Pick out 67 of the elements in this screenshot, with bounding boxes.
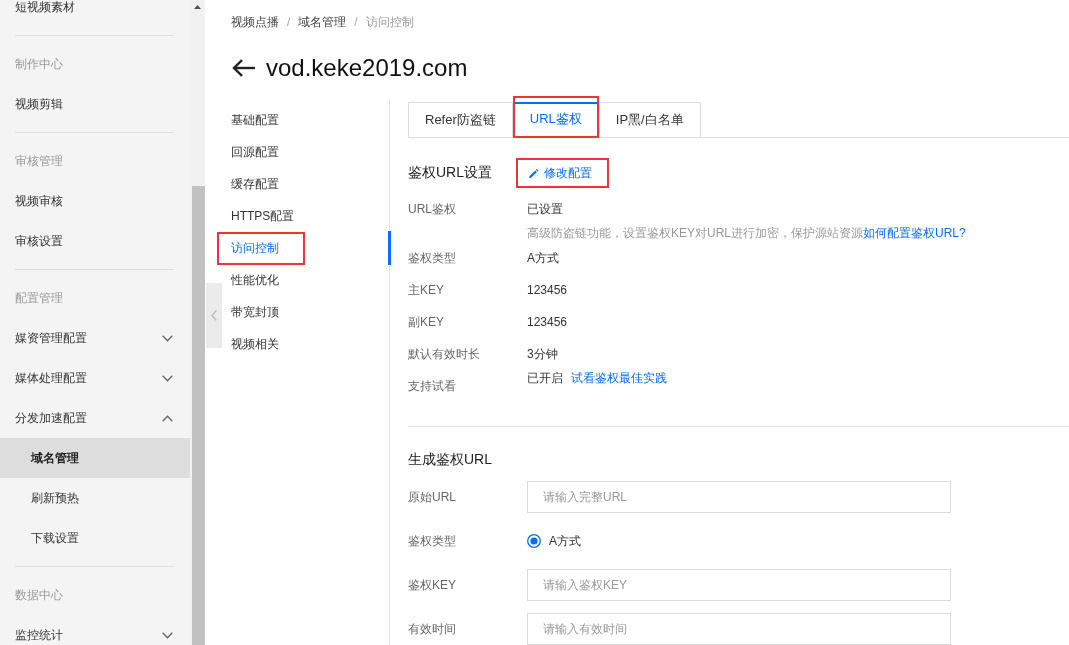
section-title: 生成鉴权URL — [408, 451, 492, 469]
scrollbar[interactable] — [190, 0, 205, 645]
input-field[interactable]: 请输入完整URL — [527, 481, 951, 513]
pencil-icon — [528, 167, 539, 179]
scrollbar-thumb[interactable] — [192, 186, 205, 645]
collapse-handle[interactable] — [206, 283, 222, 348]
setting-value: 3分钟 — [527, 345, 558, 363]
section-title: 鉴权URL设置 — [408, 164, 492, 182]
sidebar-item[interactable]: 短视频素材 — [0, 0, 190, 27]
breadcrumb-separator: / — [287, 14, 291, 30]
setting-value: 123456 — [527, 315, 568, 329]
sidebar-subitem[interactable]: 刷新预热 — [0, 478, 190, 518]
sidebar-item[interactable]: 媒体处理配置 — [0, 358, 190, 398]
input-field[interactable]: 请输入有效时间 — [527, 613, 951, 645]
submenu-item[interactable]: 访问控制 — [217, 231, 305, 265]
setting-label: 主KEY — [408, 281, 444, 299]
setting-label: 副KEY — [408, 313, 444, 331]
help-link[interactable]: 试看鉴权最佳实践 — [571, 370, 667, 386]
tab[interactable]: URL鉴权 — [512, 96, 599, 138]
sidebar-group-title: 配置管理 — [15, 289, 63, 307]
submenu-item[interactable]: 回源配置 — [231, 140, 279, 164]
sidebar-group-title: 数据中心 — [15, 586, 63, 604]
setting-value: 已设置 — [527, 200, 563, 218]
radio-option[interactable]: A方式 — [527, 532, 581, 550]
chevron-left-icon — [211, 310, 217, 321]
help-link[interactable]: 如何配置鉴权URL? — [863, 226, 966, 240]
setting-value: 123456 — [527, 283, 568, 297]
setting-label: URL鉴权 — [408, 200, 456, 218]
submenu-item[interactable]: 缓存配置 — [231, 172, 279, 196]
breadcrumb-link[interactable]: 域名管理 — [298, 14, 347, 30]
tab[interactable]: Refer防盗链 — [408, 102, 513, 138]
breadcrumb-separator: / — [354, 14, 358, 30]
setting-value: A方式 — [527, 249, 559, 267]
submenu-item[interactable]: 性能优化 — [231, 268, 279, 292]
sidebar-item[interactable]: 视频审核 — [0, 181, 190, 221]
field-label: 原始URL — [408, 488, 456, 506]
setting-label: 默认有效时长 — [408, 345, 480, 363]
sidebar-group-title: 制作中心 — [15, 55, 63, 73]
submenu-item[interactable]: 带宽封顶 — [231, 300, 279, 324]
sidebar-group-title: 审核管理 — [15, 152, 63, 170]
breadcrumb-current: 访问控制 — [365, 14, 414, 30]
hint-text: 高级防盗链功能，设置鉴权KEY对URL进行加密，保护源站资源如何配置鉴权URL? — [527, 226, 966, 240]
breadcrumb-link[interactable]: 视频点播 — [231, 14, 279, 30]
arrow-up-icon[interactable] — [194, 5, 201, 9]
field-label: 有效时间 — [408, 620, 456, 638]
radio-icon[interactable] — [527, 534, 541, 548]
setting-label: 支持试看 — [408, 377, 456, 395]
sidebar-item[interactable]: 视频剪辑 — [0, 84, 190, 124]
sidebar-item[interactable]: 监控统计 — [0, 615, 190, 645]
submenu-item[interactable]: HTTPS配置 — [231, 204, 295, 228]
page-title: vod.keke2019.com — [266, 53, 468, 83]
field-label: 鉴权类型 — [408, 532, 456, 550]
sidebar-item[interactable]: 审核设置 — [0, 221, 190, 261]
setting-label: 鉴权类型 — [408, 249, 456, 267]
input-field[interactable]: 请输入鉴权KEY — [527, 569, 951, 601]
submenu-item[interactable]: 视频相关 — [231, 332, 279, 356]
field-label: 鉴权KEY — [408, 576, 456, 594]
sidebar-subitem[interactable]: 下载设置 — [0, 518, 190, 558]
active-indicator — [388, 231, 391, 265]
setting-value: 已开启 — [527, 370, 563, 386]
edit-link[interactable]: 修改配置 — [516, 158, 609, 188]
sidebar-item[interactable]: 分发加速配置 — [0, 398, 190, 438]
back-arrow-icon[interactable] — [232, 59, 256, 77]
submenu-item[interactable]: 基础配置 — [231, 108, 279, 132]
tab[interactable]: IP黑/白名单 — [598, 102, 701, 138]
sidebar-item[interactable]: 媒资管理配置 — [0, 318, 190, 358]
sidebar-subitem[interactable]: 域名管理 — [0, 438, 190, 478]
